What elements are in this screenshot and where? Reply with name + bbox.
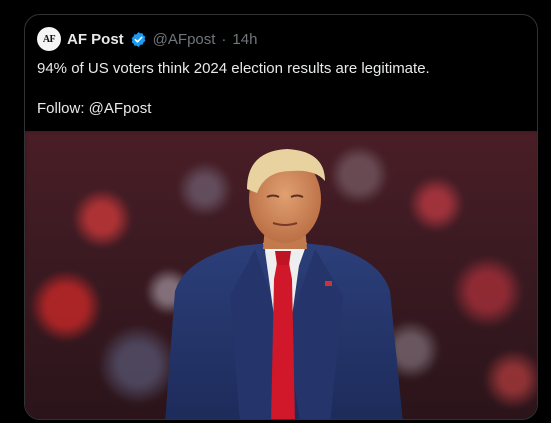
tweet-card[interactable]: AF AF Post @AFpost · 14h 94% of US voter… bbox=[24, 14, 538, 420]
tweet-follow-line[interactable]: Follow: @AFpost bbox=[37, 99, 527, 119]
avatar-text: AF bbox=[42, 33, 56, 45]
screenshot-frame: AF AF Post @AFpost · 14h 94% of US voter… bbox=[0, 0, 551, 423]
timestamp[interactable]: 14h bbox=[232, 31, 257, 48]
separator-dot: · bbox=[221, 30, 227, 48]
tweet-header: AF AF Post @AFpost · 14h bbox=[37, 27, 257, 51]
tweet-text: 94% of US voters think 2024 election res… bbox=[37, 59, 527, 119]
tweet-text-line: 94% of US voters think 2024 election res… bbox=[37, 60, 430, 77]
verified-badge-icon bbox=[130, 31, 147, 48]
man-in-suit-figure bbox=[165, 149, 403, 419]
author-handle[interactable]: @AFpost bbox=[153, 31, 216, 48]
tweet-media-image[interactable] bbox=[25, 131, 537, 419]
avatar[interactable]: AF bbox=[37, 27, 61, 51]
author-name[interactable]: AF Post bbox=[67, 31, 124, 48]
